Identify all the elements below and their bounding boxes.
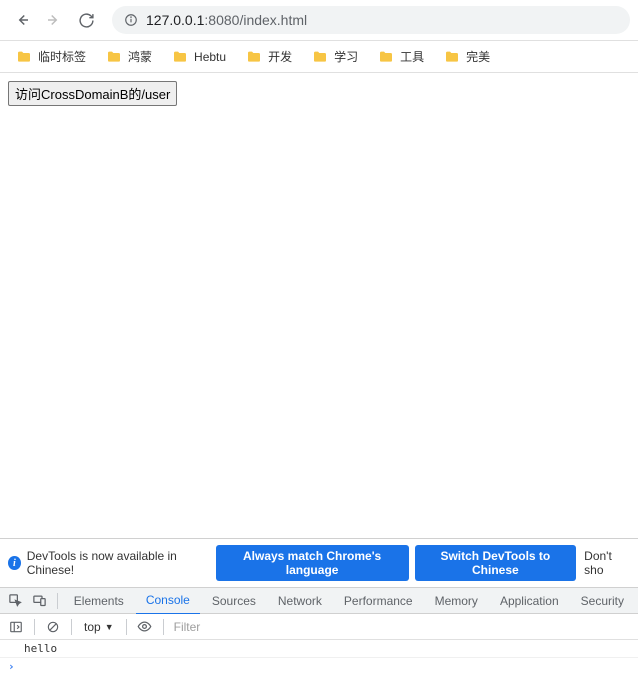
arrow-right-icon [45,11,63,29]
cross-domain-button[interactable]: 访问CrossDomainB的/user [8,81,177,106]
bookmark-label: 鸿蒙 [128,48,152,65]
live-expression-button[interactable] [133,615,157,639]
arrow-left-icon [13,11,31,29]
console-toolbar: top ▼ [0,614,638,640]
clear-icon [46,620,60,634]
bookmark-item[interactable]: Hebtu [164,45,234,69]
console-prompt[interactable]: › [0,658,638,675]
match-language-button[interactable]: Always match Chrome's language [216,545,409,581]
console-sidebar-toggle[interactable] [4,615,28,639]
bookmark-item[interactable]: 工具 [370,44,432,69]
info-icon [124,13,138,27]
tab-sources[interactable]: Sources [202,587,266,614]
device-toggle-button[interactable] [28,589,50,613]
address-bar[interactable]: 127.0.0.1:8080/index.html [112,6,630,34]
tab-application[interactable]: Application [490,587,569,614]
bookmark-item[interactable]: 开发 [238,44,300,69]
separator [163,619,164,635]
chevron-right-icon: › [8,660,15,673]
bookmark-label: 工具 [400,48,424,65]
switch-language-button[interactable]: Switch DevTools to Chinese [415,545,577,581]
bookmark-item[interactable]: 完美 [436,44,498,69]
chevron-down-icon: ▼ [105,622,114,632]
console-output: hello › [0,640,638,675]
inspect-element-button[interactable] [4,589,26,613]
folder-icon [172,49,188,65]
tab-elements[interactable]: Elements [64,587,134,614]
banner-dont-show[interactable]: Don't sho [584,549,630,577]
tab-security[interactable]: Security [571,587,634,614]
tab-console[interactable]: Console [136,588,200,615]
bookmark-item[interactable]: 鸿蒙 [98,44,160,69]
devtools-tabbar: Elements Console Sources Network Perform… [0,587,638,614]
separator [126,619,127,635]
bookmark-item[interactable]: 学习 [304,44,366,69]
reload-icon [78,12,95,29]
folder-icon [246,49,262,65]
devtools-language-banner: i DevTools is now available in Chinese! … [0,538,638,587]
separator [34,619,35,635]
folder-icon [106,49,122,65]
bookmark-label: Hebtu [194,50,226,64]
tab-memory[interactable]: Memory [425,587,488,614]
bookmark-item[interactable]: 临时标签 [8,44,94,69]
console-log-row[interactable]: hello [0,640,638,658]
bookmarks-bar: 临时标签 鸿蒙 Hebtu 开发 学习 工具 完美 [0,41,638,73]
browser-toolbar: 127.0.0.1:8080/index.html [0,0,638,41]
back-button[interactable] [8,6,36,34]
bookmark-label: 开发 [268,48,292,65]
devices-icon [32,593,47,608]
reload-button[interactable] [72,6,100,34]
clear-console-button[interactable] [41,615,65,639]
forward-button[interactable] [40,6,68,34]
eye-icon [137,619,152,634]
execution-context-selector[interactable]: top ▼ [78,620,120,634]
folder-icon [16,49,32,65]
bookmark-label: 临时标签 [38,48,86,65]
tab-performance[interactable]: Performance [334,587,423,614]
folder-icon [444,49,460,65]
inspect-icon [8,593,23,608]
bookmark-label: 学习 [334,48,358,65]
console-filter-input[interactable] [170,618,634,636]
banner-text: DevTools is now available in Chinese! [27,549,210,577]
sidebar-icon [9,620,23,634]
address-text: 127.0.0.1:8080/index.html [146,12,307,28]
tab-network[interactable]: Network [268,587,332,614]
folder-icon [312,49,328,65]
separator [57,593,58,609]
info-icon: i [8,556,21,570]
context-label: top [84,620,101,634]
page-content: 访问CrossDomainB的/user [0,73,638,538]
bookmark-label: 完美 [466,48,490,65]
folder-icon [378,49,394,65]
separator [71,619,72,635]
